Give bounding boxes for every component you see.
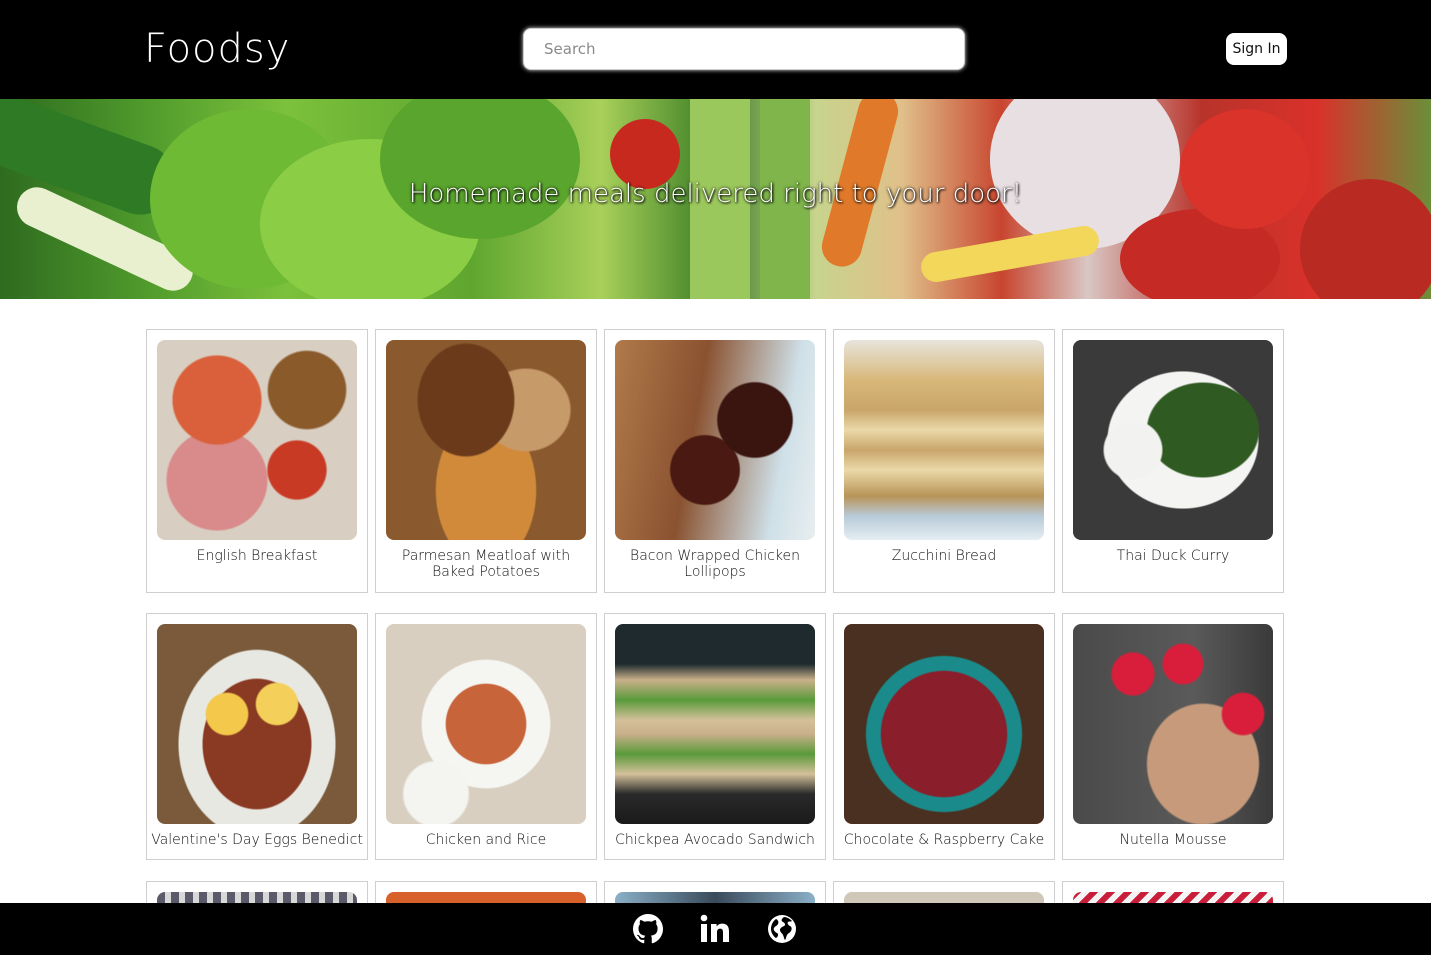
- meal-name[interactable]: Valentine's Day Eggs Benedict: [151, 832, 363, 848]
- meal-image[interactable]: [844, 340, 1044, 540]
- hero-tagline: Homemade meals delivered right to your d…: [408, 179, 1023, 209]
- meal-name[interactable]: Chickpea Avocado Sandwich: [609, 832, 821, 848]
- meal-image[interactable]: [157, 624, 357, 824]
- meal-name[interactable]: Zucchini Bread: [838, 548, 1050, 564]
- meal-card[interactable]: Bacon Wrapped Chicken Lollipops: [604, 329, 826, 593]
- meal-card[interactable]: Thai Duck Curry: [1062, 329, 1284, 593]
- globe-icon[interactable]: [767, 914, 797, 944]
- meal-card[interactable]: Nutella Mousse: [1062, 613, 1284, 860]
- meal-name[interactable]: English Breakfast: [151, 548, 363, 564]
- meal-name[interactable]: Nutella Mousse: [1067, 832, 1279, 848]
- meal-image[interactable]: [157, 340, 357, 540]
- meal-card[interactable]: Valentine's Day Eggs Benedict: [146, 613, 368, 860]
- meal-card[interactable]: Zucchini Bread: [833, 329, 1055, 593]
- github-icon[interactable]: [633, 914, 663, 944]
- meal-card[interactable]: Chicken and Rice: [375, 613, 597, 860]
- meal-name[interactable]: Chocolate & Raspberry Cake: [838, 832, 1050, 848]
- meal-image[interactable]: [1073, 340, 1273, 540]
- meal-image[interactable]: [386, 624, 586, 824]
- meal-image[interactable]: [615, 340, 815, 540]
- meal-card[interactable]: Chocolate & Raspberry Cake: [833, 613, 1055, 860]
- meal-image[interactable]: [844, 624, 1044, 824]
- meal-name[interactable]: Chicken and Rice: [380, 832, 592, 848]
- meal-image[interactable]: [1073, 624, 1273, 824]
- sign-in-button[interactable]: Sign In: [1226, 33, 1287, 65]
- footer-bar: [0, 903, 1431, 955]
- app-logo[interactable]: Foodsy: [144, 26, 290, 72]
- hero-banner: Homemade meals delivered right to your d…: [0, 99, 1431, 299]
- meal-image[interactable]: [615, 624, 815, 824]
- meal-card[interactable]: Chickpea Avocado Sandwich: [604, 613, 826, 860]
- search-input[interactable]: [523, 28, 965, 70]
- top-navbar: Foodsy Sign In: [0, 0, 1431, 99]
- meal-card[interactable]: Parmesan Meatloaf with Baked Potatoes: [375, 329, 597, 593]
- linkedin-icon[interactable]: [700, 914, 730, 944]
- meal-name[interactable]: Thai Duck Curry: [1067, 548, 1279, 564]
- meal-image[interactable]: [386, 340, 586, 540]
- meal-card[interactable]: English Breakfast: [146, 329, 368, 593]
- meal-name[interactable]: Bacon Wrapped Chicken Lollipops: [609, 548, 821, 580]
- meal-name[interactable]: Parmesan Meatloaf with Baked Potatoes: [380, 548, 592, 580]
